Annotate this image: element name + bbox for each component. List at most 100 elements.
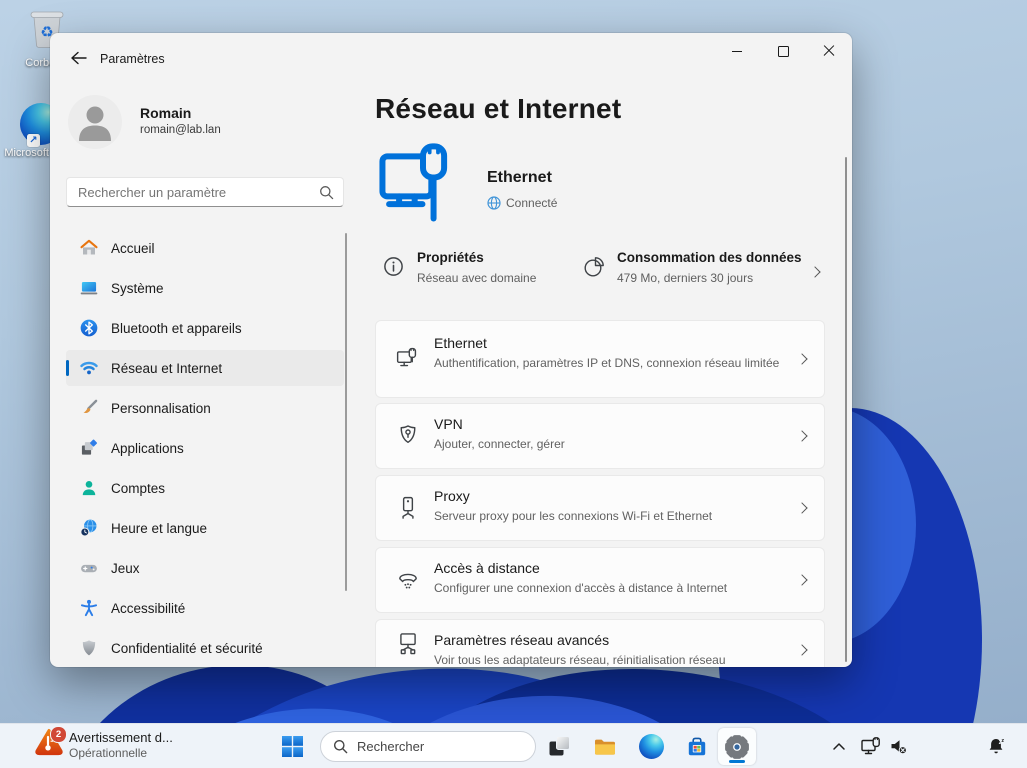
card-subtitle: Authentification, paramètres IP et DNS, … <box>434 356 780 370</box>
card-title: VPN <box>434 416 463 432</box>
store-icon <box>688 737 706 755</box>
notification-flyout[interactable]: 2 Avertissement d... Opérationnelle <box>34 726 173 761</box>
sidebar-item-label: Applications <box>111 440 184 456</box>
sidebar-nav: Accueil Système Bluetooth et appareils R… <box>66 230 344 667</box>
personalization-icon <box>83 399 98 414</box>
desktop: ♻ Corbeille ↗ Microsoft Edge Paramètres <box>0 0 1027 768</box>
tray-volume-button[interactable] <box>884 731 912 762</box>
sidebar-item-systeme[interactable]: Système <box>66 270 344 306</box>
sidebar-item-label: Bluetooth et appareils <box>111 320 242 336</box>
start-button[interactable] <box>274 728 310 765</box>
gaming-icon <box>81 564 97 573</box>
settings-button[interactable] <box>718 728 756 765</box>
notification-badge: 2 <box>50 726 67 743</box>
volume-muted-icon <box>891 740 907 755</box>
quick-info-row: Propriétés Réseau avec domaine Consommat… <box>375 248 827 300</box>
sidebar-item-jeux[interactable]: Jeux <box>66 550 344 586</box>
back-button[interactable] <box>64 47 92 69</box>
apps-icon <box>81 439 98 455</box>
system-icon <box>80 282 98 295</box>
proxy-server-icon <box>402 496 414 519</box>
sidebar-scrollbar[interactable] <box>345 233 347 591</box>
notification-status: Opérationnelle <box>69 746 148 760</box>
card-subtitle: Serveur proxy pour les connexions Wi-Fi … <box>434 509 713 523</box>
taskbar: 2 Avertissement d... Opérationnelle Rech… <box>0 723 1027 768</box>
card-parametres-reseau-avances[interactable]: Paramètres réseau avancés Voir tous les … <box>375 619 825 667</box>
sidebar-item-accueil[interactable]: Accueil <box>66 230 344 266</box>
notification-title: Avertissement d... <box>69 730 173 745</box>
info-icon <box>384 257 403 276</box>
main-scrollbar[interactable] <box>845 157 847 662</box>
properties-subtitle: Réseau avec domaine <box>417 271 537 285</box>
dialup-icon <box>399 573 417 589</box>
time-language-icon <box>80 519 97 537</box>
sidebar-item-label: Réseau et Internet <box>111 360 223 376</box>
settings-window: Paramètres Romain romain@lab.lan Recherc… <box>50 33 852 667</box>
sidebar-item-label: Accueil <box>111 240 155 256</box>
sidebar-item-label: Personnalisation <box>111 400 211 416</box>
sidebar-item-comptes[interactable]: Comptes <box>66 470 344 506</box>
wifi-icon <box>80 361 98 375</box>
edge-button[interactable] <box>633 728 669 765</box>
avatar[interactable] <box>68 95 122 149</box>
windows-logo-icon <box>281 736 303 757</box>
sidebar-item-label: Jeux <box>111 560 140 576</box>
bell-dnd-icon: z z <box>989 738 1004 754</box>
sidebar-item-confidentialite[interactable]: Confidentialité et sécurité <box>66 630 344 666</box>
sidebar-item-bluetooth[interactable]: Bluetooth et appareils <box>66 310 344 346</box>
connection-status: Connecté <box>487 196 557 210</box>
sidebar-item-accessibilite[interactable]: Accessibilité <box>66 590 344 626</box>
chevron-right-icon <box>796 574 808 586</box>
advanced-network-icon <box>400 633 416 655</box>
card-subtitle: Voir tous les adaptateurs réseau, réinit… <box>434 653 726 667</box>
sidebar-item-label: Système <box>111 280 164 296</box>
user-name: Romain <box>140 105 192 121</box>
chevron-right-icon <box>796 644 808 656</box>
ethernet-tray-icon <box>860 737 880 755</box>
task-view-icon <box>549 736 570 756</box>
sidebar-item-personnalisation[interactable]: Personnalisation <box>66 390 344 426</box>
properties-title[interactable]: Propriétés <box>417 250 484 265</box>
ethernet-monitor-icon <box>379 143 448 222</box>
vpn-shield-icon <box>400 425 416 444</box>
chevron-right-icon <box>796 430 808 442</box>
sidebar-item-heure-et-langue[interactable]: Heure et langue <box>66 510 344 546</box>
tray-network-button[interactable] <box>856 731 884 762</box>
settings-search[interactable] <box>66 177 344 207</box>
bluetooth-icon <box>80 319 98 337</box>
home-icon <box>80 239 98 255</box>
user-email: romain@lab.lan <box>140 124 221 136</box>
card-vpn[interactable]: VPN Ajouter, connecter, gérer <box>375 403 825 469</box>
sidebar-item-reseau-et-internet[interactable]: Réseau et Internet <box>66 350 344 386</box>
chevron-right-icon <box>796 502 808 514</box>
taskbar-search-label: Rechercher <box>357 739 425 754</box>
sidebar-item-label: Confidentialité et sécurité <box>111 640 263 656</box>
search-input[interactable] <box>67 178 308 206</box>
ethernet-icon <box>396 347 417 367</box>
data-usage-subtitle: 479 Mo, derniers 30 jours <box>617 271 754 285</box>
task-view-button[interactable] <box>541 728 577 765</box>
page-title: Réseau et Internet <box>375 93 622 124</box>
chevron-right-icon <box>796 353 808 365</box>
card-proxy[interactable]: Proxy Serveur proxy pour les connexions … <box>375 475 825 541</box>
user-avatar-icon <box>79 106 111 141</box>
data-usage-title[interactable]: Consommation des données <box>617 250 802 265</box>
card-acces-a-distance[interactable]: Accès à distance Configurer une connexio… <box>375 547 825 613</box>
accounts-icon <box>82 481 96 496</box>
edge-icon <box>638 734 664 759</box>
card-ethernet[interactable]: Ethernet Authentification, paramètres IP… <box>375 320 825 398</box>
sidebar-item-label: Heure et langue <box>111 520 208 536</box>
tray-chevron-button[interactable] <box>826 731 852 762</box>
chevron-up-icon <box>833 743 845 750</box>
card-title: Accès à distance <box>434 560 540 576</box>
svg-text:z: z <box>1001 738 1004 744</box>
tray-notifications-button[interactable]: z z <box>982 731 1010 762</box>
window-title: Paramètres <box>100 52 165 66</box>
globe-icon <box>487 196 501 210</box>
file-explorer-button[interactable] <box>587 728 623 765</box>
taskbar-search[interactable]: Rechercher <box>320 731 536 762</box>
sidebar-item-label: Comptes <box>111 480 166 496</box>
store-button[interactable] <box>679 728 715 765</box>
card-title: Proxy <box>434 488 470 504</box>
sidebar-item-applications[interactable]: Applications <box>66 430 344 466</box>
